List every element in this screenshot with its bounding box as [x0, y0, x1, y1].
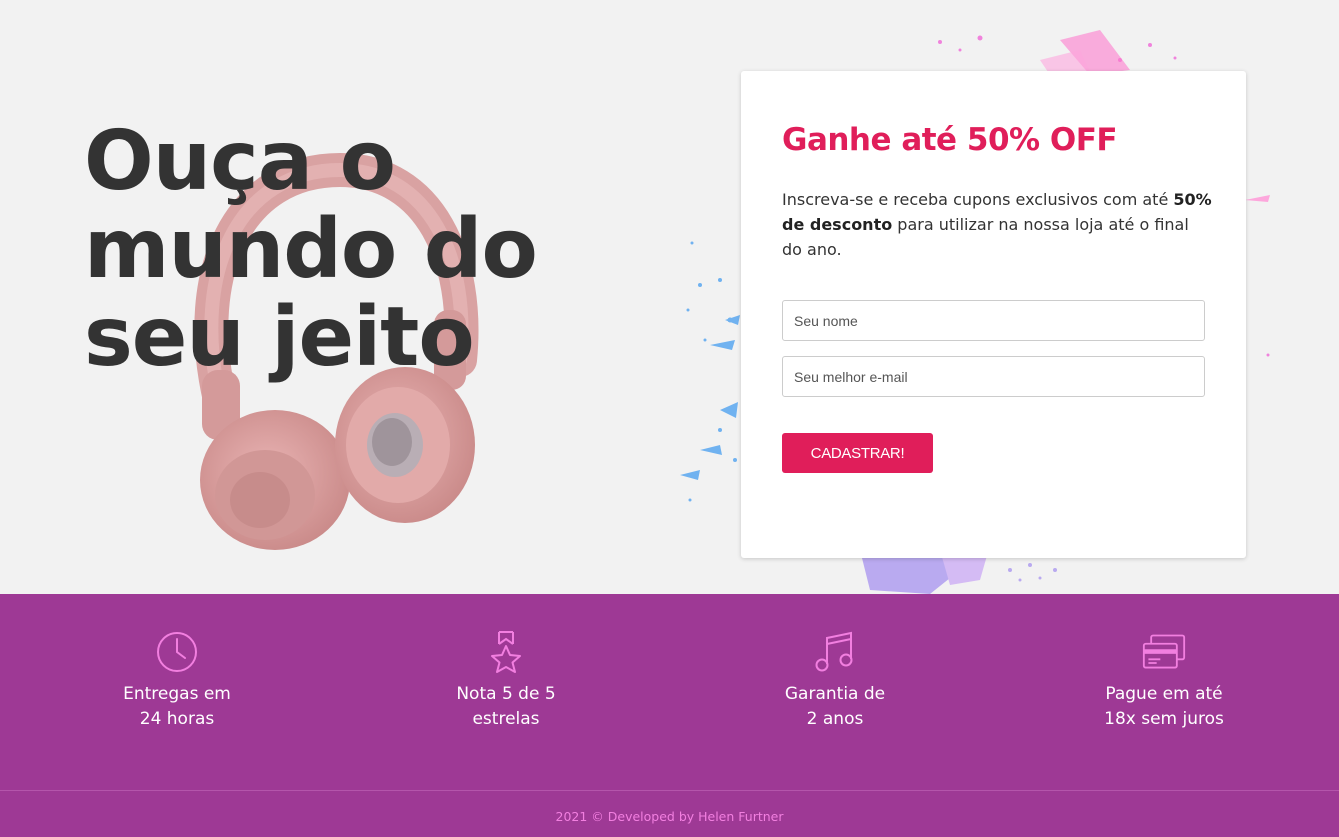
headline-line: mundo do — [84, 202, 538, 297]
feature-label: Pague em até 18x sem juros — [1104, 684, 1224, 729]
credit-card-icon — [1142, 634, 1186, 669]
hero-headline: Ouça o mundo do seu jeito — [84, 118, 604, 382]
feature-label: Nota 5 de 5 estrelas — [456, 684, 556, 729]
feature-label: Entregas em 24 horas — [123, 684, 231, 729]
page-footer: 2021 © Developed by Helen Furtner — [0, 790, 1339, 837]
hero-section: Ouça o mundo do seu jeito Ganhe até 50% … — [0, 0, 1339, 594]
feature-label: Garantia de 2 anos — [784, 684, 886, 729]
signup-title: Ganhe até 50% OFF — [782, 122, 1118, 158]
feature-item-payment: Pague em até 18x sem juros — [1064, 630, 1264, 732]
feature-item-rating: Nota 5 de 5 estrelas — [406, 630, 606, 732]
signup-description-text: Inscreva-se e receba cupons exclusivos c… — [782, 190, 1174, 209]
name-input[interactable] — [782, 300, 1205, 341]
signup-submit-button[interactable]: CADASTRAR! — [782, 433, 933, 473]
music-note-icon — [815, 631, 853, 672]
signup-description: Inscreva-se e receba cupons exclusivos c… — [782, 187, 1212, 262]
footer-credit: 2021 © Developed by Helen Furtner — [555, 809, 784, 824]
award-star-icon — [491, 631, 521, 673]
headline-line: Ouça o — [84, 114, 396, 209]
signup-card: Ganhe até 50% OFF Inscreva-se e receba c… — [741, 71, 1246, 558]
email-input[interactable] — [782, 356, 1205, 397]
clock-icon — [157, 632, 197, 672]
headline-line: seu jeito — [84, 290, 475, 385]
features-section: Entregas em 24 horas Nota 5 de 5 estrela… — [0, 594, 1339, 790]
feature-item-delivery: Entregas em 24 horas — [77, 630, 277, 732]
feature-item-warranty: Garantia de 2 anos — [735, 630, 935, 732]
